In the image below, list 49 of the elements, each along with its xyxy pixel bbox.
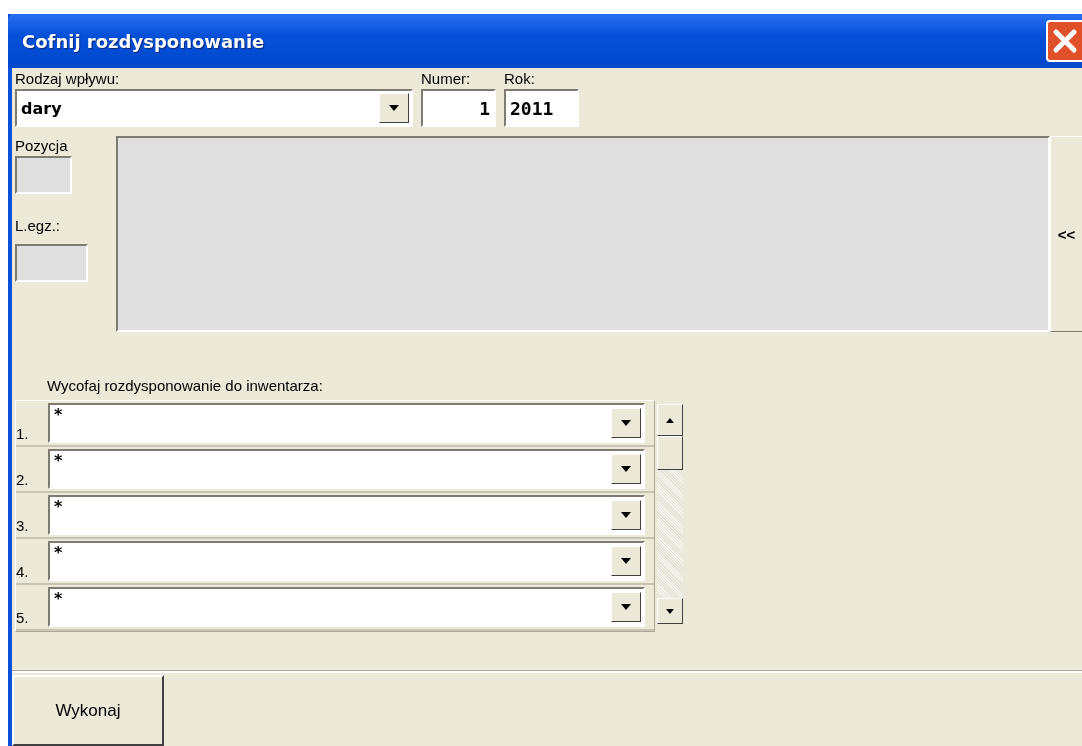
dropdown-value: dary [21, 98, 63, 118]
window-title: Cofnij rozdysponowanie [21, 30, 265, 52]
field-label: Rodzaj wpływu: [15, 69, 121, 89]
inventory-dropdown[interactable]: * [48, 403, 645, 443]
execute-button[interactable]: Wykonaj [12, 675, 164, 746]
down-arrow-icon [666, 608, 674, 614]
dropdown-value: * [54, 497, 64, 516]
dropdown-button[interactable] [611, 500, 641, 530]
dropdown-button[interactable] [611, 408, 641, 438]
copy-count-field[interactable] [15, 244, 88, 282]
caret-icon [621, 420, 631, 426]
dropdown-button[interactable] [379, 93, 409, 123]
collapse-button[interactable]: << [1050, 136, 1082, 332]
row-number: 2. [16, 470, 30, 490]
caret-icon [389, 105, 399, 111]
dropdown-button[interactable] [611, 546, 641, 576]
field-label: Numer: [421, 69, 472, 89]
dropdown-value: * [54, 405, 64, 424]
dropdown-button[interactable] [611, 454, 641, 484]
inventory-dropdown[interactable]: * [48, 541, 645, 581]
number-field[interactable]: 1 [421, 89, 496, 127]
caret-icon [621, 558, 631, 564]
close-button[interactable] [1046, 20, 1082, 62]
caret-icon [621, 466, 631, 472]
section-label: Wycofaj rozdysponowanie do inwentarza: [47, 376, 324, 396]
up-arrow-icon [666, 417, 674, 423]
type-dropdown[interactable]: dary [15, 89, 413, 127]
row-number: 3. [16, 516, 30, 536]
inventory-dropdown[interactable]: * [48, 495, 645, 535]
caret-icon [621, 604, 631, 610]
dropdown-button[interactable] [611, 592, 641, 622]
row-number: 4. [16, 562, 30, 582]
scroll-thumb[interactable] [657, 436, 683, 470]
dropdown-value: * [54, 451, 64, 470]
caret-icon [621, 512, 631, 518]
field-label: Rok: [504, 69, 536, 89]
inventory-dropdown[interactable]: * [48, 449, 645, 489]
field-label: L.egz.: [15, 216, 61, 236]
row-number: 1. [16, 424, 30, 444]
field-label: Pozycja [15, 136, 68, 156]
inventory-dropdown[interactable]: * [48, 587, 645, 627]
scroll-down-button[interactable] [657, 598, 683, 624]
position-field[interactable] [15, 156, 72, 194]
dropdown-value: * [54, 589, 64, 608]
scrollbar[interactable] [657, 404, 683, 624]
dropdown-value: * [54, 543, 64, 562]
scroll-up-button[interactable] [657, 404, 683, 436]
row-number: 5. [16, 608, 30, 628]
year-field[interactable]: 2011 [504, 89, 579, 127]
